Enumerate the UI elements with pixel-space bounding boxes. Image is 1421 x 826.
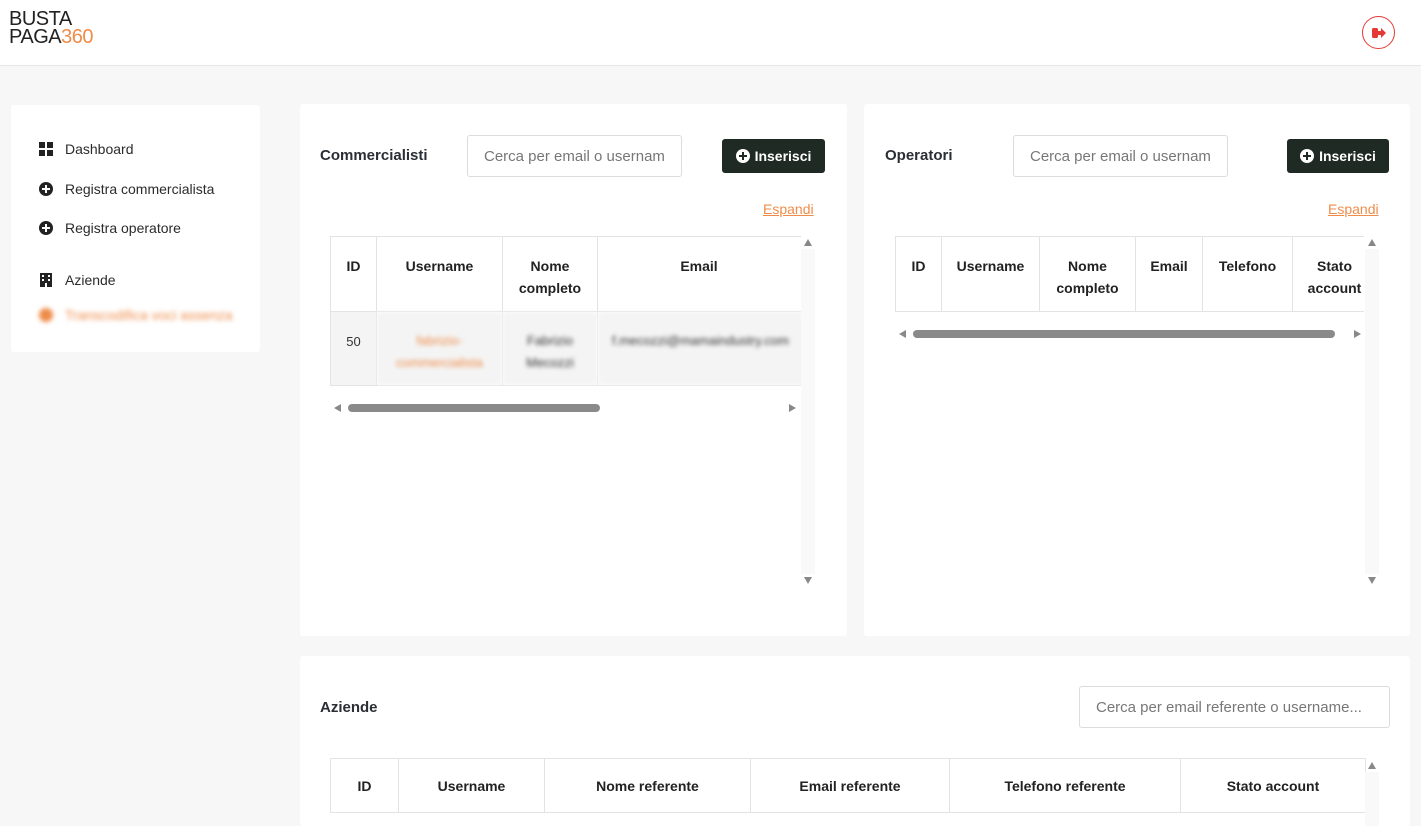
operatori-vertical-scrollbar[interactable] [1365,239,1379,584]
plus-circle-icon [735,149,750,163]
cell-email: f.mecozzi@mamaindustry.com [597,311,801,386]
column-header[interactable]: ID [330,758,399,813]
aziende-table: ID Username Nome referente Email referen… [330,758,1366,813]
column-header[interactable]: Nome referente [544,758,751,813]
scroll-left-arrow-icon[interactable] [334,404,341,412]
operatori-search-input[interactable] [1013,135,1228,177]
column-header[interactable]: Username [398,758,545,813]
building-icon [39,273,53,287]
logout-icon [1371,27,1386,38]
scroll-right-arrow-icon[interactable] [1354,330,1361,338]
scroll-down-arrow-icon[interactable] [804,577,812,584]
commercialisti-title: Commercialisti [320,147,428,164]
column-header[interactable]: Stato account [1292,236,1364,312]
table-row[interactable]: 50 fabrizio-commercialista Fabrizio Meco… [330,311,801,386]
operatori-title: Operatori [885,147,953,164]
column-header[interactable]: Telefono referente [949,758,1181,813]
column-header[interactable]: Nome completo [502,236,598,312]
aziende-vertical-scrollbar[interactable] [1365,762,1379,826]
operatori-expand-link[interactable]: Espandi [1328,201,1379,217]
sidebar-item-label: Aziende [65,272,116,288]
sidebar-item-aziende[interactable]: Aziende [39,272,116,288]
sidebar: Dashboard Registra commercialista Regist… [11,105,260,352]
scroll-up-arrow-icon[interactable] [804,239,812,246]
commercialisti-expand-link[interactable]: Espandi [763,201,814,217]
sidebar-item-label: Registra operatore [65,220,181,236]
commercialisti-table: ID Username Nome completo Email 50 fabri… [330,236,801,386]
column-header[interactable]: Stato account [1180,758,1366,813]
scroll-left-arrow-icon[interactable] [899,330,906,338]
commercialisti-search-input[interactable] [467,135,682,177]
dot-icon [39,308,53,322]
column-header[interactable]: ID [895,236,942,312]
operatori-horizontal-scrollbar[interactable] [899,328,1361,340]
top-bar: BUSTA PAGA360 [0,0,1421,66]
logo-line2: PAGA360 [9,26,93,48]
column-header[interactable]: Telefono [1202,236,1293,312]
operatori-insert-button[interactable]: Inserisci [1287,139,1389,173]
sidebar-item-registra-operatore[interactable]: Registra operatore [39,220,181,236]
column-header[interactable]: Email referente [750,758,950,813]
operatori-table: ID Username Nome completo Email Telefono… [895,236,1364,312]
aziende-title: Aziende [320,699,378,716]
column-header[interactable]: ID [330,236,377,312]
table-header-row: ID Username Nome completo Email [330,236,801,312]
column-header[interactable]: Username [941,236,1040,312]
grid-icon [39,142,53,156]
sidebar-item-transcodifica[interactable]: Transcodifica voci assenza [39,307,233,323]
scroll-up-arrow-icon[interactable] [1368,762,1376,769]
sidebar-item-dashboard[interactable]: Dashboard [39,141,134,157]
scroll-thumb[interactable] [348,404,600,412]
column-header[interactable]: Nome completo [1039,236,1136,312]
aziende-search-input[interactable] [1079,686,1390,728]
logout-button[interactable] [1362,16,1395,49]
logo[interactable]: BUSTA PAGA360 [9,9,93,48]
aziende-card: Aziende ID Username Nome referente Email… [300,656,1410,826]
scroll-down-arrow-icon[interactable] [1368,577,1376,584]
column-header[interactable]: Email [597,236,801,312]
commercialisti-vertical-scrollbar[interactable] [801,239,815,584]
column-header[interactable]: Username [376,236,503,312]
plus-circle-icon [39,221,53,235]
table-header-row: ID Username Nome completo Email Telefono… [895,236,1364,312]
column-header[interactable]: Email [1135,236,1203,312]
commercialisti-insert-button[interactable]: Inserisci [722,139,825,173]
sidebar-item-label: Dashboard [65,141,134,157]
cell-name: Fabrizio Mecozzi [502,311,598,386]
scroll-thumb[interactable] [913,330,1335,338]
table-header-row: ID Username Nome referente Email referen… [330,758,1366,813]
cell-id: 50 [330,311,377,386]
sidebar-item-registra-commercialista[interactable]: Registra commercialista [39,181,214,197]
scroll-up-arrow-icon[interactable] [1368,239,1376,246]
sidebar-item-label: Registra commercialista [65,181,215,197]
scroll-right-arrow-icon[interactable] [789,404,796,412]
plus-circle-icon [39,182,53,196]
insert-label: Inserisci [1319,148,1376,164]
cell-username: fabrizio-commercialista [376,311,503,386]
commercialisti-card: Commercialisti Inserisci Espandi ID User… [300,104,847,636]
sidebar-item-label: Transcodifica voci assenza [65,307,233,323]
operatori-card: Operatori Inserisci Espandi ID Username … [864,104,1410,636]
plus-circle-icon [1300,149,1315,163]
commercialisti-table-viewport: ID Username Nome completo Email 50 fabri… [330,236,801,386]
insert-label: Inserisci [754,148,812,164]
operatori-table-viewport: ID Username Nome completo Email Telefono… [895,236,1364,316]
commercialisti-horizontal-scrollbar[interactable] [334,402,796,414]
